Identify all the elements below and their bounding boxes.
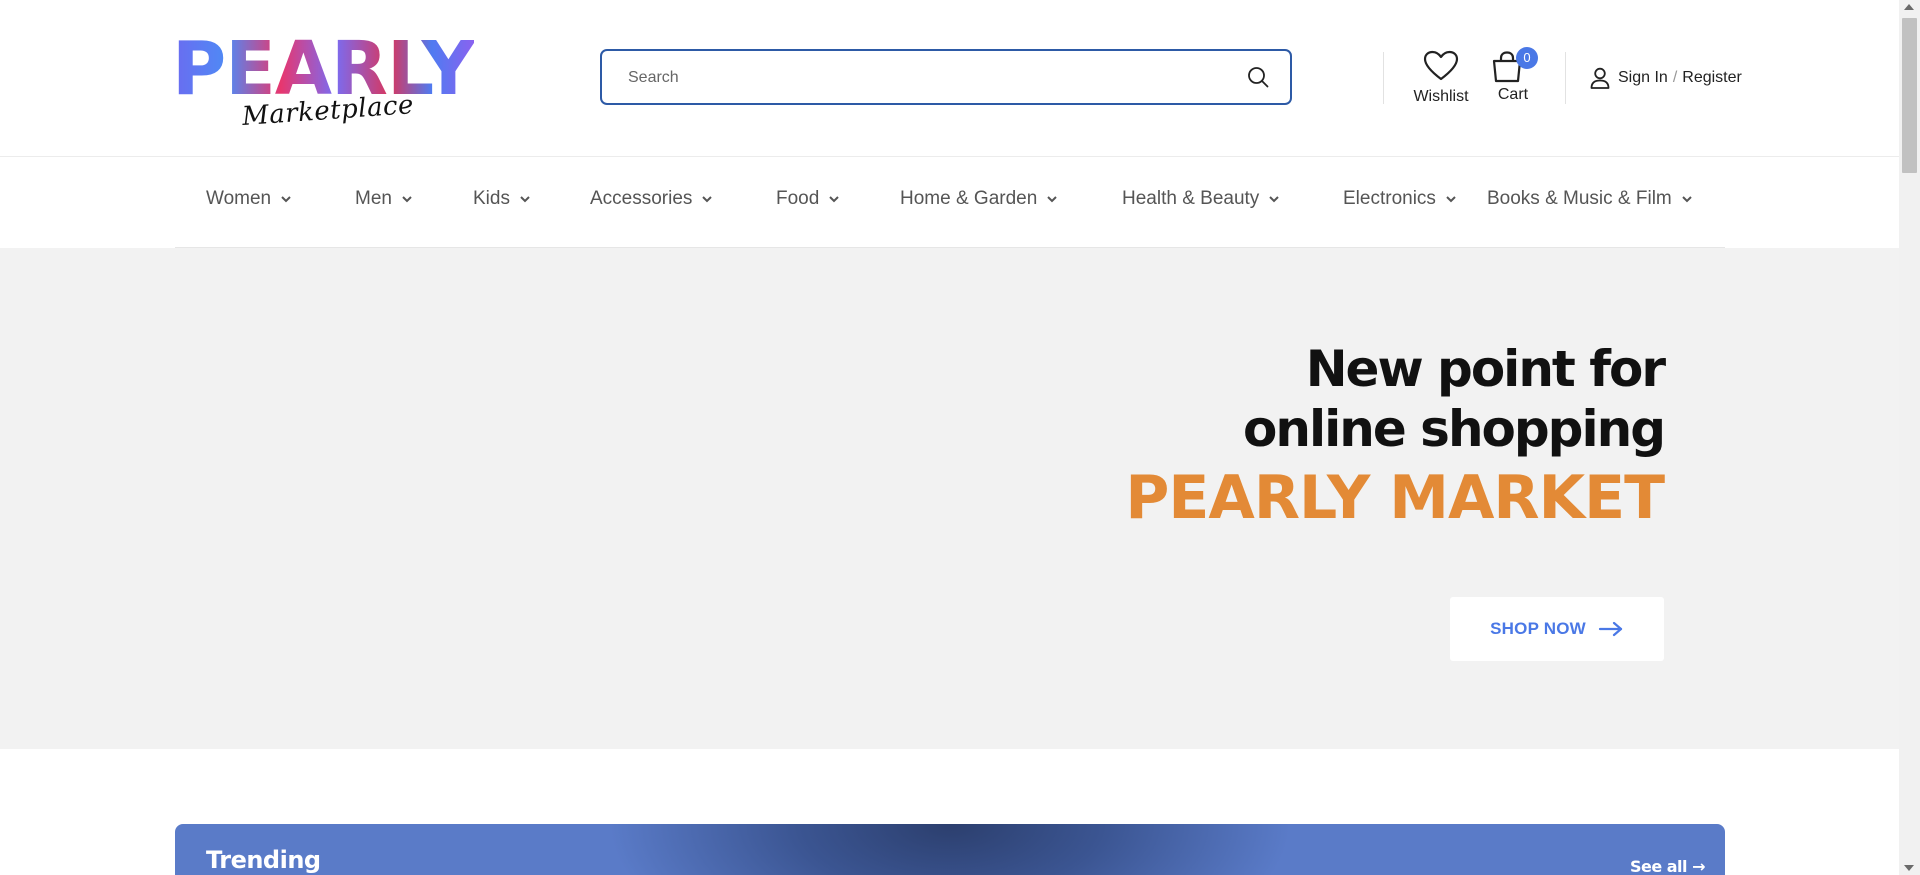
trending-section: Trending See all → [175, 824, 1725, 875]
nav-item-home-garden[interactable]: Home & Garden [900, 188, 1058, 210]
site-header: PEARLY Marketplace Wishlist 0 [0, 0, 1899, 157]
nav-item-health-beauty[interactable]: Health & Beauty [1122, 188, 1280, 210]
chevron-down-icon [1446, 196, 1456, 203]
nav-item-label: Kids [473, 188, 510, 209]
user-icon [1590, 67, 1610, 89]
page: PEARLY Marketplace Wishlist 0 [0, 0, 1899, 875]
trending-title: Trending [206, 846, 321, 874]
chevron-down-icon [702, 196, 713, 203]
chevron-down-icon [402, 196, 412, 203]
nav-item-books-music-film[interactable]: Books & Music & Film [1487, 188, 1693, 210]
logo-wordmark: PEARLY [172, 26, 475, 112]
arrow-right-icon [1598, 621, 1622, 637]
header-divider [1565, 52, 1566, 104]
nav-item-label: Food [776, 188, 820, 209]
nav-item-label: Books & Music & Film [1487, 188, 1672, 209]
nav-item-electronics[interactable]: Electronics [1343, 188, 1457, 210]
heart-icon [1423, 50, 1459, 81]
scroll-down-arrow-icon[interactable] [1904, 865, 1914, 871]
shop-now-button[interactable]: SHOP NOW [1450, 597, 1664, 661]
nav-item-women[interactable]: Women [206, 188, 292, 210]
nav-item-food[interactable]: Food [776, 188, 840, 210]
hero-brand-name: PEARLY MARKET [1125, 463, 1665, 533]
sign-in-link[interactable]: Sign In [1618, 69, 1668, 87]
chevron-down-icon [829, 196, 840, 203]
wishlist-button[interactable]: Wishlist [1410, 50, 1472, 106]
category-nav: Women Men Kids Accessories Food Home & G… [175, 156, 1725, 248]
page-scrollbar[interactable] [1899, 0, 1920, 875]
nav-item-label: Home & Garden [900, 188, 1038, 209]
chevron-down-icon [1682, 196, 1692, 203]
shop-now-label: SHOP NOW [1490, 619, 1586, 638]
nav-item-kids[interactable]: Kids [473, 188, 531, 210]
nav-item-accessories[interactable]: Accessories [590, 188, 713, 210]
nav-item-label: Electronics [1343, 188, 1436, 209]
search-bar [600, 49, 1292, 105]
chevron-down-icon [1047, 196, 1058, 203]
nav-item-label: Health & Beauty [1122, 188, 1260, 209]
chevron-down-icon [520, 196, 530, 203]
hero-headline-line1: New point for [1305, 340, 1666, 398]
cart-button[interactable]: 0 Cart [1488, 47, 1538, 104]
search-icon[interactable] [1246, 65, 1270, 89]
site-logo[interactable]: PEARLY Marketplace [172, 26, 475, 132]
nav-item-men[interactable]: Men [355, 188, 413, 210]
scroll-up-arrow-icon[interactable] [1904, 4, 1914, 10]
scrollbar-thumb[interactable] [1902, 18, 1917, 173]
hero-banner: New point for online shopping PEARLY MAR… [0, 248, 1899, 749]
account-links: Sign In / Register [1590, 66, 1742, 90]
wishlist-label: Wishlist [1413, 88, 1469, 105]
cart-icon-wrap: 0 [1488, 47, 1538, 84]
hero-headline-line2: online shopping [1243, 400, 1666, 458]
chevron-down-icon [1269, 196, 1280, 203]
nav-item-label: Accessories [590, 188, 693, 209]
chevron-down-icon [281, 196, 291, 203]
nav-item-label: Women [206, 188, 272, 209]
account-separator: / [1672, 69, 1678, 86]
search-input[interactable] [626, 51, 1210, 105]
see-all-link[interactable]: See all → [1630, 857, 1706, 875]
header-divider [1383, 52, 1384, 104]
cart-label: Cart [1497, 86, 1529, 103]
cart-count-badge: 0 [1516, 47, 1538, 69]
register-link[interactable]: Register [1682, 69, 1742, 87]
nav-item-label: Men [355, 188, 392, 209]
